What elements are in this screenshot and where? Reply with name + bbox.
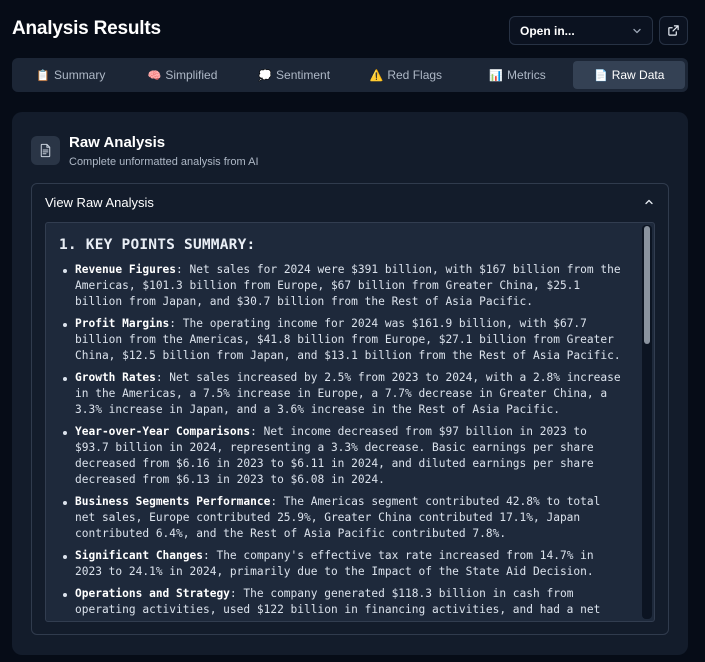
document-icon [40,143,51,158]
page-icon: 📄 [594,69,608,82]
open-external-button[interactable] [659,16,688,45]
section-heading: 1. KEY POINTS SUMMARY: [59,237,256,253]
list-item: Profit Margins: The operating income for… [59,316,626,364]
raw-analysis-panel: Raw Analysis Complete unformatted analys… [12,112,688,655]
warning-icon: ⚠️ [369,69,384,82]
page-title: Analysis Results [12,18,161,39]
tab-label: Metrics [507,68,546,82]
raw-analysis-scroll[interactable]: 1. KEY POINTS SUMMARY: Revenue Figures: … [46,223,640,621]
accordion-toggle-label[interactable]: View Raw Analysis [45,195,154,210]
list-item: Revenue Figures: Net sales for 2024 were… [59,262,626,310]
thought-bubble-icon: 💭 [258,69,273,82]
tab-red-flags[interactable]: ⚠️ Red Flags [350,61,462,89]
tab-label: Summary [54,68,106,82]
item-term: Business Segments Performance [75,495,271,508]
tab-metrics[interactable]: 📊 Metrics [462,61,574,89]
tab-summary[interactable]: 📋 Summary [15,61,127,89]
bar-chart-icon: 📊 [489,69,504,82]
list-item: Growth Rates: Net sales increased by 2.5… [59,370,626,418]
tab-label: Sentiment [276,68,331,82]
panel-subtitle: Complete unformatted analysis from AI [69,156,259,168]
raw-analysis-icon-box [31,136,60,165]
clipboard-icon: 📋 [36,69,51,82]
item-term: Year-over-Year Comparisons [75,425,251,438]
open-in-label: Open in... [520,23,575,38]
brain-icon: 🧠 [147,69,162,82]
scrollbar-thumb[interactable] [644,226,650,344]
list-item: Business Segments Performance: The Ameri… [59,494,626,542]
tab-raw-data[interactable]: 📄 Raw Data [573,61,686,89]
raw-analysis-content[interactable]: 1. KEY POINTS SUMMARY: Revenue Figures: … [45,222,655,622]
tab-label: Raw Data [611,68,665,82]
tab-sentiment[interactable]: 💭 Sentiment [238,61,350,89]
tab-label: Simplified [165,68,218,82]
panel-title: Raw Analysis [69,134,166,151]
chevron-down-icon [633,28,641,33]
tab-simplified[interactable]: 🧠 Simplified [127,61,239,89]
item-text: : Net sales increased by 2.5% from 2023 … [75,371,621,416]
list-item: Operations and Strategy: The company gen… [59,586,626,618]
item-term: Growth Rates [75,371,156,384]
key-points-list: Revenue Figures: Net sales for 2024 were… [59,262,626,618]
tab-bar: 📋 Summary 🧠 Simplified 💭 Sentiment ⚠️ Re… [12,58,688,92]
item-term: Revenue Figures [75,263,177,276]
scrollbar[interactable] [642,225,652,619]
chevron-up-icon[interactable] [644,197,654,207]
item-term: Profit Margins [75,317,170,330]
list-item: Significant Changes: The company's effec… [59,548,626,580]
tab-label: Red Flags [387,68,443,82]
external-link-icon [668,25,679,36]
item-term: Significant Changes [75,549,203,562]
open-in-dropdown[interactable]: Open in... [509,16,653,45]
item-term: Operations and Strategy [75,587,230,600]
raw-analysis-accordion: View Raw Analysis 1. KEY POINTS SUMMARY:… [31,183,669,635]
list-item: Year-over-Year Comparisons: Net income d… [59,424,626,488]
